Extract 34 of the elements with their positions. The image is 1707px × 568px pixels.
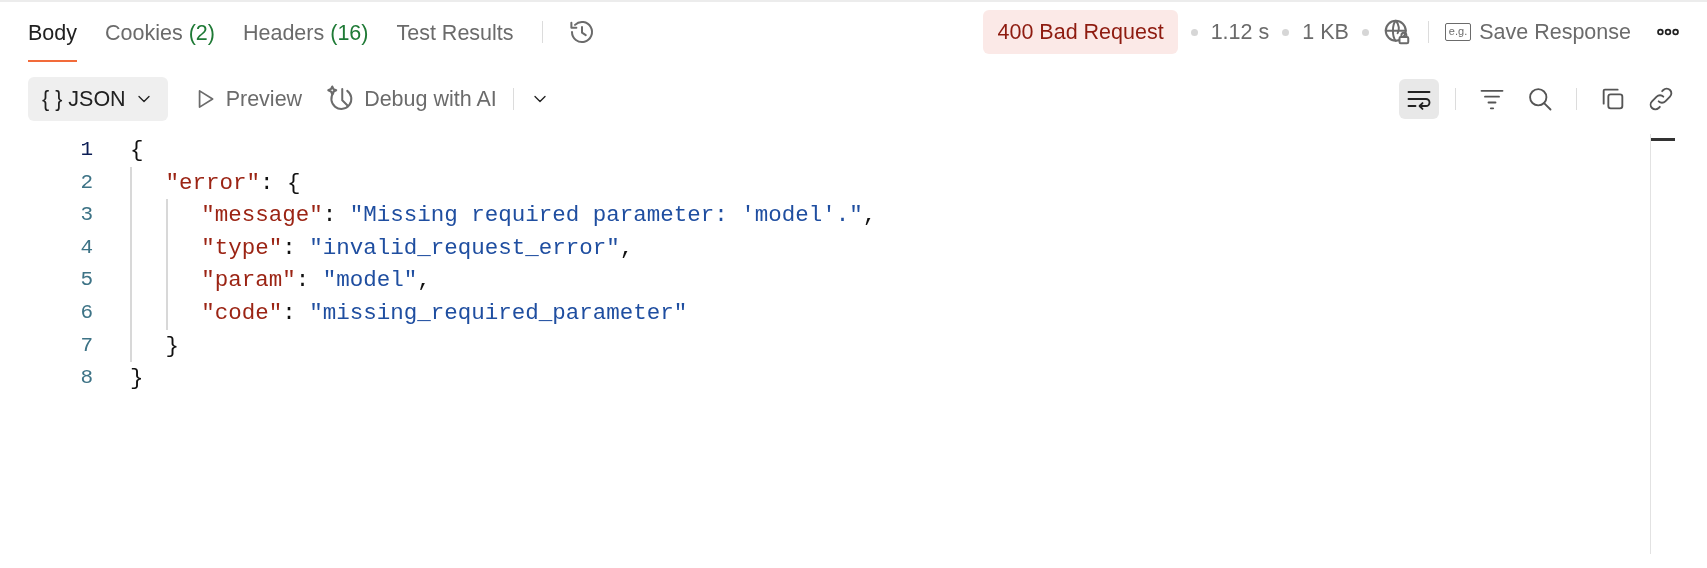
line-number: 6 <box>79 299 93 326</box>
code-line: "message": "Missing required parameter: 'model'.", <box>201 201 877 231</box>
format-dropdown[interactable]: { } JSON <box>28 77 168 121</box>
code-line: "type": "invalid_request_error", <box>201 233 634 263</box>
code-line: { <box>130 136 144 165</box>
tab[interactable]: Test Results <box>396 2 514 63</box>
preview-button[interactable]: Preview <box>191 82 303 116</box>
response-size: 1 KB <box>1302 18 1349 46</box>
line-number: 3 <box>79 202 93 229</box>
line-number: 8 <box>79 365 93 392</box>
search-icon <box>1526 85 1554 113</box>
line-number: 1 <box>79 137 93 163</box>
wrap-button[interactable] <box>1399 79 1439 119</box>
tab[interactable]: Headers (16) <box>242 2 369 63</box>
code-line: "param": "model", <box>201 266 431 296</box>
example-icon: e.g. <box>1444 23 1472 41</box>
debug-button[interactable]: Debug with AI <box>326 82 497 116</box>
line-number: 5 <box>79 267 93 294</box>
separator-dot <box>1361 28 1369 36</box>
line-number: 7 <box>79 332 93 359</box>
link-icon <box>1647 85 1675 113</box>
code-line: } <box>165 331 180 361</box>
tab[interactable]: Cookies (2) <box>105 2 215 63</box>
save-response-button[interactable]: Save Response <box>1479 15 1631 49</box>
code-line: } <box>130 364 144 394</box>
code-line: "code": "missing_required_parameter" <box>201 298 688 328</box>
separator-dot <box>1190 28 1198 36</box>
tab[interactable]: Body <box>28 2 77 63</box>
separator-dot <box>1282 28 1290 36</box>
line-number: 2 <box>79 169 93 196</box>
response-time: 1.12 s <box>1210 18 1270 46</box>
code-line: "error": { <box>165 168 301 198</box>
line-number: 4 <box>79 234 93 261</box>
status-badge: 400 Bad Request <box>983 9 1178 55</box>
